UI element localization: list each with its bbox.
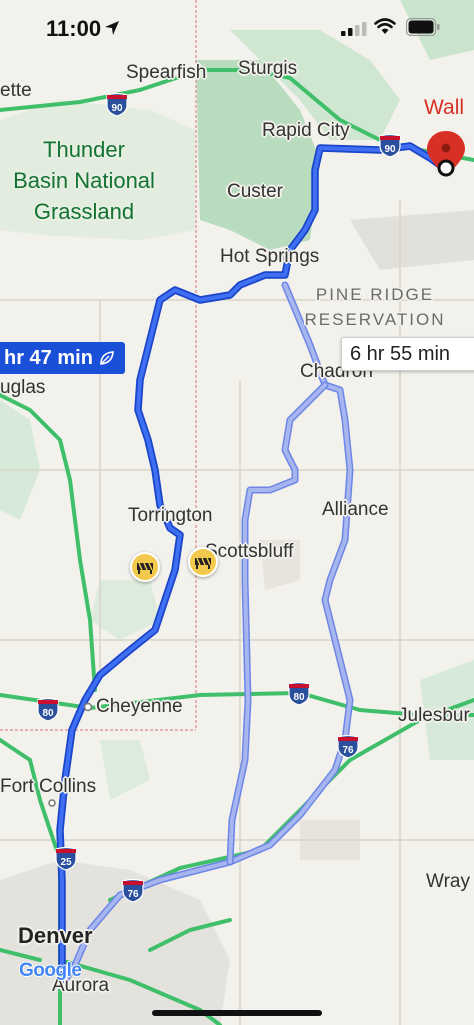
- clock: 11:00: [46, 16, 102, 41]
- shield-number: 90: [111, 103, 123, 114]
- wifi-icon: [374, 18, 396, 34]
- city-label-alliance[interactable]: Alliance: [322, 499, 389, 521]
- location-arrow-icon: [105, 21, 119, 35]
- interstate-90-shield-icon: 90: [379, 134, 401, 158]
- city-label-julesburg[interactable]: Julesbur: [398, 705, 470, 727]
- city-label-sturgis[interactable]: Sturgis: [238, 58, 297, 80]
- reservation-label-line: RESERVATION: [304, 310, 446, 329]
- city-label-torrington[interactable]: Torrington: [128, 505, 213, 527]
- interstate-80-shield-icon: 80: [37, 698, 59, 722]
- shield-number: 80: [42, 708, 54, 719]
- city-label-douglas[interactable]: uglas: [0, 377, 45, 399]
- leaf-eco-icon: [100, 351, 114, 365]
- google-logo-text: Google: [19, 960, 82, 981]
- city-label-fort-collins[interactable]: Fort Collins: [0, 776, 96, 798]
- map-screen[interactable]: 11:00 ette Spearfish Sturgis Wall Thunde…: [0, 0, 474, 1025]
- shield-number: 90: [384, 144, 396, 155]
- shield-number: 76: [127, 889, 139, 900]
- shield-number: 25: [60, 857, 72, 868]
- road-closure-poi[interactable]: [130, 552, 160, 582]
- city-label-wray[interactable]: Wray: [426, 871, 470, 893]
- primary-route-duration-text: hr 47 min: [4, 346, 93, 369]
- park-label-line: Grassland: [33, 199, 135, 224]
- destination-label-wall[interactable]: Wall: [424, 96, 464, 120]
- alternate-route-duration-text: 6 hr 55 min: [350, 342, 451, 365]
- city-label-scottsbluff[interactable]: Scottsbluff: [205, 541, 293, 563]
- reservation-label-line: PINE RIDGE: [315, 285, 435, 304]
- barrier-icon: [195, 557, 211, 569]
- interstate-25-shield-icon: 25: [55, 847, 77, 871]
- interstate-90-shield-icon: 90: [106, 93, 128, 117]
- shield-number: 80: [293, 692, 305, 703]
- reservation-label-pine-ridge[interactable]: PINE RIDGE RESERVATION: [300, 282, 450, 332]
- status-bar: 11:00: [0, 0, 474, 56]
- google-attribution: Google: [19, 960, 82, 982]
- alternate-route-duration[interactable]: 6 hr 55 min: [341, 337, 474, 371]
- battery-icon: [406, 18, 440, 36]
- primary-route-duration[interactable]: hr 47 min: [0, 342, 125, 374]
- city-label-cheyenne[interactable]: Cheyenne: [96, 696, 183, 718]
- city-label-belle-fourche[interactable]: ette: [0, 80, 32, 102]
- park-label-line: Thunder: [43, 137, 125, 162]
- road-closure-poi[interactable]: [188, 547, 218, 577]
- cellular-signal-icon: [341, 22, 367, 36]
- city-label-spearfish[interactable]: Spearfish: [126, 62, 206, 84]
- city-label-hot-springs[interactable]: Hot Springs: [220, 246, 319, 268]
- park-label-thunder-basin[interactable]: Thunder Basin National Grassland: [0, 134, 168, 227]
- interstate-76-shield-icon: 76: [122, 879, 144, 903]
- city-label-custer[interactable]: Custer: [227, 181, 283, 203]
- city-label-denver[interactable]: Denver: [18, 923, 93, 949]
- shield-number: 76: [342, 745, 354, 756]
- interstate-76-shield-icon: 76: [337, 735, 359, 759]
- barrier-icon: [137, 562, 153, 574]
- park-label-line: Basin National: [13, 168, 155, 193]
- home-indicator[interactable]: [152, 1010, 322, 1016]
- interstate-80-shield-icon: 80: [288, 682, 310, 706]
- city-label-rapid-city[interactable]: Rapid City: [262, 120, 350, 142]
